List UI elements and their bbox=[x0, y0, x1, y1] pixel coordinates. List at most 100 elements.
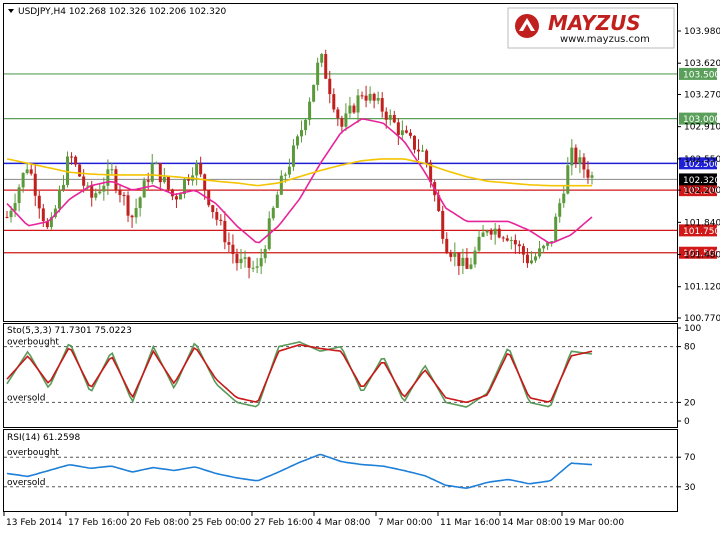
candle-body bbox=[154, 163, 158, 165]
candle-body bbox=[425, 150, 429, 163]
header: USDJPY,H4 102.268 102.326 102.206 102.32… bbox=[8, 7, 227, 17]
candle-body bbox=[400, 130, 404, 136]
candle-body bbox=[17, 187, 21, 204]
candle-body bbox=[235, 254, 239, 264]
candle-body bbox=[247, 257, 251, 268]
candle-body bbox=[372, 93, 376, 101]
candle-body bbox=[239, 258, 243, 264]
level-label-overbought: overbought bbox=[7, 338, 59, 348]
candle-body bbox=[542, 245, 546, 249]
osc-tick-label: 30 bbox=[684, 483, 696, 493]
candle-body bbox=[534, 256, 538, 261]
candle-body bbox=[396, 122, 400, 136]
candle-body bbox=[570, 147, 574, 166]
candle-body bbox=[404, 130, 408, 133]
candle-body bbox=[473, 250, 477, 265]
forex-chart-window: USDJPY,H4 102.268 102.326 102.206 102.32… bbox=[0, 0, 720, 531]
candle-body bbox=[457, 252, 461, 266]
candle-body bbox=[304, 119, 308, 131]
level-label-oversold: oversold bbox=[7, 393, 45, 403]
candle-body bbox=[566, 165, 570, 194]
candle-body bbox=[340, 118, 344, 127]
candle-body bbox=[195, 163, 199, 176]
osc-tick-label: 70 bbox=[684, 453, 696, 463]
candle-body bbox=[521, 246, 525, 255]
level-price-text: 103.500 bbox=[683, 70, 720, 80]
time-tick-label: 20 Feb 08:00 bbox=[130, 518, 189, 528]
candle-body bbox=[485, 230, 489, 233]
price-tick-label: 102.200 bbox=[684, 186, 720, 196]
candle-body bbox=[259, 258, 263, 267]
candle-body bbox=[283, 174, 287, 176]
candle-body bbox=[505, 238, 509, 241]
candle-body bbox=[25, 169, 29, 173]
candle-body bbox=[126, 195, 130, 216]
candle-body bbox=[441, 210, 445, 239]
candle-body bbox=[61, 185, 65, 190]
candle-body bbox=[13, 203, 17, 211]
candle-body bbox=[449, 253, 453, 257]
candle-body bbox=[41, 208, 45, 222]
brand-name: MAYZUS bbox=[548, 11, 641, 35]
brand-logo: MAYZUS www.mayzus.com bbox=[507, 7, 675, 49]
candle-body bbox=[130, 215, 134, 218]
symbol-line: USDJPY,H4 102.268 102.326 102.206 102.32… bbox=[18, 7, 227, 17]
candle-body bbox=[263, 248, 267, 259]
osc-tick-label: 100 bbox=[684, 324, 701, 334]
candle-body bbox=[215, 211, 219, 220]
candle-body bbox=[513, 239, 517, 245]
candle-body bbox=[219, 219, 223, 221]
candle-body bbox=[158, 163, 162, 183]
candle-body bbox=[461, 257, 465, 266]
candle-body bbox=[417, 149, 421, 152]
candle-body bbox=[5, 216, 9, 218]
candle-body bbox=[453, 252, 457, 257]
candle-body bbox=[29, 169, 33, 174]
brand-emblem-icon bbox=[515, 14, 539, 38]
time-tick-label: 25 Feb 00:00 bbox=[192, 518, 251, 528]
candle-body bbox=[529, 260, 533, 264]
candle-body bbox=[525, 254, 529, 264]
candle-body bbox=[199, 163, 203, 175]
candle-body bbox=[94, 193, 98, 198]
rsi-panel-frame bbox=[3, 429, 678, 512]
candle-body bbox=[348, 105, 352, 114]
candle-body bbox=[223, 220, 227, 243]
osc-tick-label: 20 bbox=[684, 398, 696, 408]
candle-body bbox=[388, 115, 392, 120]
current-price-label: 102.320 bbox=[679, 173, 720, 186]
candle-body bbox=[412, 135, 416, 150]
candle-body bbox=[384, 111, 388, 120]
candle-body bbox=[106, 169, 110, 186]
time-tick-label: 7 Mar 00:00 bbox=[378, 518, 433, 528]
brand-url: www.mayzus.com bbox=[560, 34, 650, 45]
candle-body bbox=[231, 244, 235, 255]
candle-body bbox=[392, 115, 396, 123]
candle-body bbox=[134, 208, 138, 218]
candle-body bbox=[271, 207, 275, 219]
candle-body bbox=[142, 180, 146, 198]
candle-body bbox=[477, 236, 481, 251]
candle-body bbox=[57, 189, 61, 209]
price-tick-label: 101.840 bbox=[684, 218, 720, 228]
candle-body bbox=[138, 197, 142, 209]
candle-body bbox=[82, 176, 86, 186]
time-tick-label: 4 Mar 08:00 bbox=[316, 518, 371, 528]
candle-body bbox=[368, 93, 372, 101]
candle-body bbox=[279, 175, 283, 195]
osc-tick-label: 0 bbox=[684, 417, 690, 427]
price-tick-label: 103.980 bbox=[684, 27, 720, 37]
candle-body bbox=[9, 210, 13, 218]
stochastic-title: Sto(5,3,3) 71.7301 75.0223 bbox=[7, 326, 132, 336]
candle-body bbox=[74, 156, 78, 165]
level-price-label: 103.500 bbox=[679, 67, 720, 80]
candle-body bbox=[590, 175, 594, 178]
candle-body bbox=[445, 238, 449, 254]
candle-body bbox=[501, 237, 505, 239]
candle-body bbox=[380, 98, 384, 112]
candle-body bbox=[146, 180, 150, 182]
candle-body bbox=[328, 78, 332, 95]
candle-body bbox=[538, 248, 542, 257]
candle-body bbox=[291, 145, 295, 167]
candle-body bbox=[90, 185, 94, 198]
